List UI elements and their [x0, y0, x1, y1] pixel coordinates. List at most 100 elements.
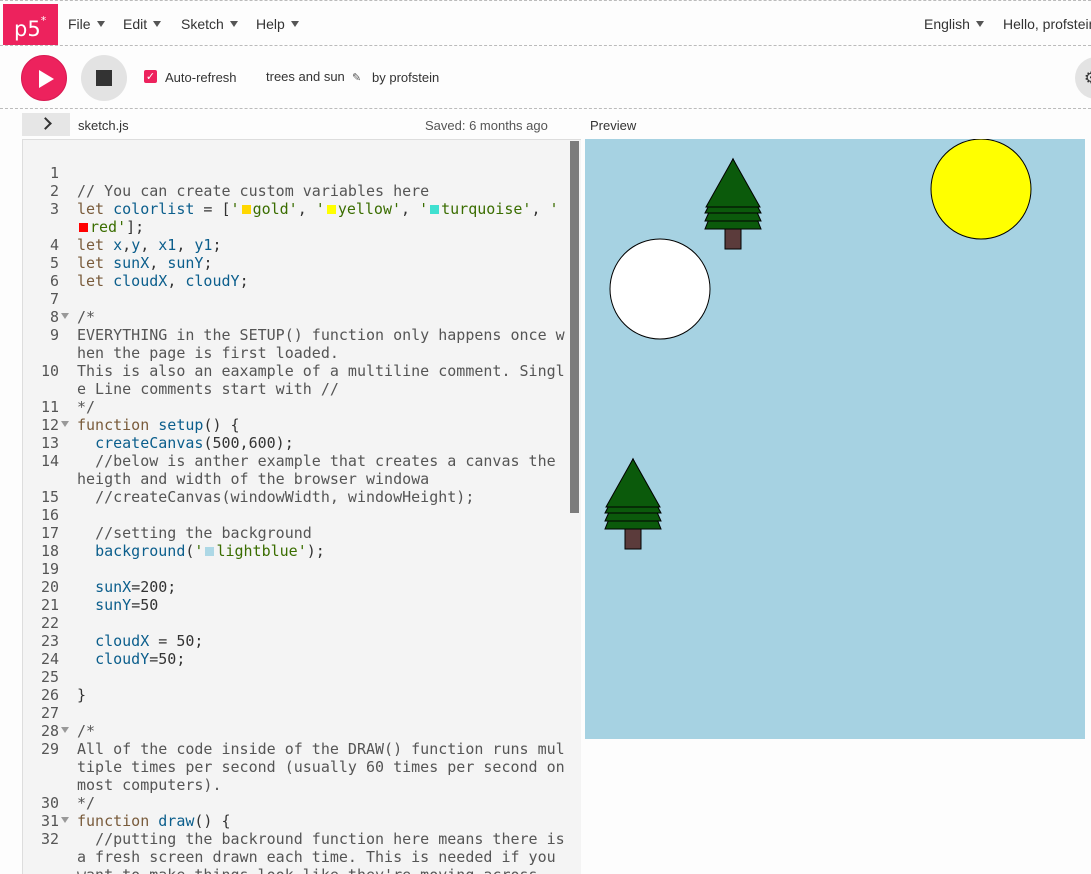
- menu-sketch[interactable]: Sketch: [181, 16, 238, 32]
- code-text: background(' lightblue');: [77, 542, 571, 560]
- fold-arrow-icon[interactable]: [61, 727, 69, 733]
- line-number: 30: [40, 794, 59, 812]
- code-editor[interactable]: 1 2 // You can create custom variables her…: [22, 139, 581, 874]
- language-selector[interactable]: English: [924, 16, 984, 32]
- code-token: ,: [531, 200, 550, 218]
- code-token: This is also an eaxample of a multiline …: [77, 362, 565, 398]
- code-token: lightblue': [216, 542, 307, 560]
- code-line[interactable]: 2 // You can create custom variables here: [23, 182, 571, 200]
- code-line[interactable]: 14 //below is anther example that create…: [23, 452, 571, 488]
- code-text: }: [77, 686, 571, 704]
- code-line[interactable]: 30 */: [23, 794, 571, 812]
- fold-arrow-icon[interactable]: [61, 313, 69, 319]
- code-line[interactable]: 31 function draw() {: [23, 812, 571, 830]
- code-line[interactable]: 4 let x,y, x1, y1;: [23, 236, 571, 254]
- code-text: let colorlist = [' gold', ' yellow', ' turq…: [77, 200, 571, 236]
- code-text: cloudX = 50;: [77, 632, 571, 650]
- code-line[interactable]: 29 All of the code inside of the DRAW() f…: [23, 740, 571, 794]
- code-line[interactable]: 25: [23, 668, 571, 686]
- stop-icon: [96, 70, 112, 86]
- line-number: 19: [40, 560, 59, 578]
- pencil-icon[interactable]: ✎: [352, 71, 361, 84]
- user-greeting[interactable]: Hello, profstein: [1003, 16, 1091, 32]
- code-line[interactable]: 13 createCanvas(500,600);: [23, 434, 571, 452]
- color-swatch-icon: [430, 205, 440, 214]
- code-line[interactable]: 26}: [23, 686, 571, 704]
- line-number: 27: [40, 704, 59, 722]
- code-text: let cloudX, cloudY;: [77, 272, 571, 290]
- code-token: ': [230, 200, 240, 218]
- code-text: //setting the background: [77, 524, 571, 542]
- sun-circle: [930, 138, 1032, 240]
- sketch-name[interactable]: trees and sun: [266, 69, 345, 84]
- code-line[interactable]: 11 */: [23, 398, 571, 416]
- code-token: ,: [176, 236, 195, 254]
- play-button[interactable]: [21, 55, 67, 101]
- code-line[interactable]: 12 function setup() {: [23, 416, 571, 434]
- code-line[interactable]: 9 EVERYTHING in the SETUP() function only…: [23, 326, 571, 362]
- code-token: =50;: [149, 650, 186, 668]
- autorefresh-checkbox[interactable]: ✓: [144, 70, 157, 83]
- code-token: ,: [167, 272, 186, 290]
- fold-arrow-icon[interactable]: [61, 421, 69, 427]
- menu-help[interactable]: Help: [256, 16, 299, 32]
- code-token: /*: [77, 308, 96, 326]
- code-token: }: [77, 686, 87, 704]
- code-token: EVERYTHING in the SETUP() function only …: [77, 326, 565, 362]
- code-line[interactable]: 3 let colorlist = [' gold', ' yellow', ' tur…: [23, 200, 571, 236]
- code-line[interactable]: 1: [23, 164, 571, 182]
- code-line[interactable]: 16: [23, 506, 571, 524]
- code-token: x1: [158, 236, 177, 254]
- settings-button[interactable]: ⚙: [1075, 57, 1091, 99]
- menu-edit[interactable]: Edit: [123, 16, 162, 32]
- code-token: () {: [194, 812, 231, 830]
- stop-button[interactable]: [81, 55, 127, 101]
- autorefresh-label[interactable]: Auto-refresh: [165, 70, 237, 85]
- code-line[interactable]: 6 let cloudX, cloudY;: [23, 272, 571, 290]
- sketch-output: [604, 138, 1032, 550]
- code-text: let sunX, sunY;: [77, 254, 571, 272]
- code-line[interactable]: 17 //setting the background: [23, 524, 571, 542]
- p5-logo[interactable]: p5*: [3, 4, 58, 45]
- code-line[interactable]: 8 /*: [23, 308, 571, 326]
- file-name-tab[interactable]: sketch.js: [78, 118, 129, 133]
- editor-scrollbar[interactable]: [570, 141, 579, 513]
- code-line[interactable]: 27: [23, 704, 571, 722]
- code-token: = 50;: [149, 632, 204, 650]
- code-token: ,: [140, 236, 159, 254]
- code-line[interactable]: 24 cloudY=50;: [23, 650, 571, 668]
- line-number: 8: [49, 308, 59, 326]
- code-token: =200;: [131, 578, 177, 596]
- sidebar-toggle-button[interactable]: [22, 113, 70, 136]
- line-number: 23: [40, 632, 59, 650]
- code-token: sunY: [95, 596, 132, 614]
- preview-canvas[interactable]: [585, 138, 1085, 739]
- code-line[interactable]: 22: [23, 614, 571, 632]
- caret-down-icon: [290, 21, 299, 28]
- code-line[interactable]: 15 //createCanvas(windowWidth, windowHei…: [23, 488, 571, 506]
- code-line[interactable]: 18 background(' lightblue');: [23, 542, 571, 560]
- caret-down-icon: [975, 21, 984, 28]
- fold-arrow-icon[interactable]: [61, 817, 69, 823]
- code-line[interactable]: 32 //putting the backround function here…: [23, 830, 571, 874]
- tree-bottom: [604, 457, 662, 550]
- line-number: 7: [49, 290, 59, 308]
- language-label: English: [924, 16, 970, 32]
- code-line[interactable]: 28 /*: [23, 722, 571, 740]
- caret-down-icon: [153, 21, 162, 28]
- code-line[interactable]: 19: [23, 560, 571, 578]
- code-line[interactable]: 23 cloudX = 50;: [23, 632, 571, 650]
- menu-file[interactable]: File: [68, 16, 105, 32]
- code-line[interactable]: 10 This is also an eaxample of a multilin…: [23, 362, 571, 398]
- code-token: cloudY: [185, 272, 240, 290]
- code-line[interactable]: 21 sunY=50: [23, 596, 571, 614]
- code-line[interactable]: 20 sunX=200;: [23, 578, 571, 596]
- code-line[interactable]: 5 let sunX, sunY;: [23, 254, 571, 272]
- code-lines[interactable]: 1 2 // You can create custom variables her…: [23, 164, 571, 874]
- code-line[interactable]: 7: [23, 290, 571, 308]
